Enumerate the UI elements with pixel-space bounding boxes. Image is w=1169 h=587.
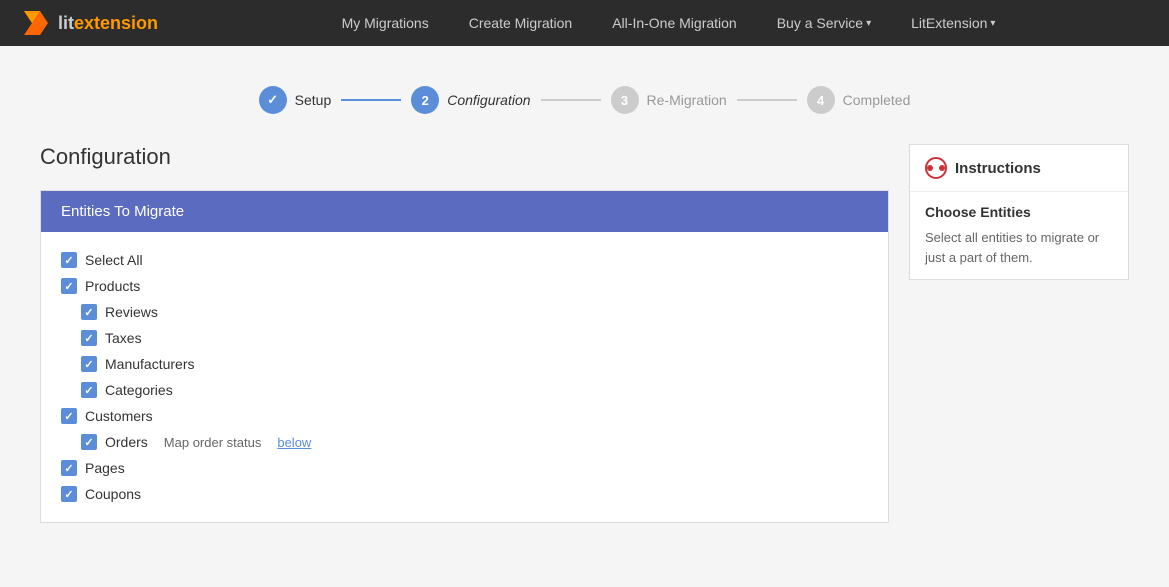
step-circle-configuration: 2 [411,86,439,114]
instructions-body: Choose Entities Select all entities to m… [910,192,1128,279]
checkbox-categories-input[interactable] [81,382,97,398]
checkbox-taxes[interactable]: Taxes [61,325,868,351]
entities-box: Entities To Migrate Select All Products [40,190,889,523]
checkbox-taxes-input[interactable] [81,330,97,346]
map-order-link[interactable]: below [277,435,311,450]
step-completed: 4 Completed [807,86,911,114]
instructions-title: Instructions [955,160,1041,177]
checkbox-products-input[interactable] [61,278,77,294]
connector-3 [737,99,797,101]
connector-2 [541,99,601,101]
step-setup: ✓ Setup [259,86,332,114]
checkbox-pages-input[interactable] [61,460,77,476]
checkbox-manufacturers-label: Manufacturers [105,356,194,372]
checkbox-pages[interactable]: Pages [61,455,868,481]
step-circle-completed: 4 [807,86,835,114]
checkbox-orders-label: Orders [105,434,148,450]
checkbox-reviews-input[interactable] [81,304,97,320]
connector-1 [341,99,401,101]
entities-body: Select All Products Reviews [41,232,888,522]
checkbox-manufacturers-input[interactable] [81,356,97,372]
brand-logo-area[interactable]: litextension [20,7,158,39]
page-title: Configuration [40,144,889,170]
map-order-text: Map order status [164,435,262,450]
checkbox-customers-input[interactable] [61,408,77,424]
navbar: litextension My Migrations Create Migrat… [0,0,1169,46]
brand-name: litextension [58,13,158,34]
nav-item-create-migration[interactable]: Create Migration [449,0,593,46]
content-wrapper: Configuration Entities To Migrate Select… [40,144,1129,523]
right-panel: Instructions Choose Entities Select all … [909,144,1129,280]
instructions-box: Instructions Choose Entities Select all … [909,144,1129,280]
stepper: ✓ Setup 2 Configuration 3 Re-Migration 4… [40,66,1129,144]
checkbox-select-all[interactable]: Select All [61,247,868,273]
step-circle-setup: ✓ [259,86,287,114]
step-label-configuration: Configuration [447,92,530,108]
checkbox-select-all-input[interactable] [61,252,77,268]
checkbox-products[interactable]: Products [61,273,868,299]
checkbox-coupons-input[interactable] [61,486,77,502]
checkbox-reviews[interactable]: Reviews [61,299,868,325]
entities-header: Entities To Migrate [41,191,888,232]
nav-item-litextension[interactable]: LitExtension [891,0,1015,46]
checkbox-manufacturers[interactable]: Manufacturers [61,351,868,377]
checkbox-coupons-label: Coupons [85,486,141,502]
left-panel: Configuration Entities To Migrate Select… [40,144,889,523]
step-label-setup: Setup [295,92,332,108]
checkbox-taxes-label: Taxes [105,330,142,346]
checkbox-customers[interactable]: Customers [61,403,868,429]
checkbox-orders-input[interactable] [81,434,97,450]
checkbox-customers-label: Customers [85,408,153,424]
checkbox-products-label: Products [85,278,140,294]
nav-item-my-migrations[interactable]: My Migrations [322,0,449,46]
step-remigration: 3 Re-Migration [611,86,727,114]
step-circle-remigration: 3 [611,86,639,114]
step-label-completed: Completed [843,92,911,108]
step-label-remigration: Re-Migration [647,92,727,108]
main-content: ✓ Setup 2 Configuration 3 Re-Migration 4… [0,46,1169,587]
checkbox-select-all-label: Select All [85,252,143,268]
checkbox-categories-label: Categories [105,382,173,398]
nav-item-buy-service[interactable]: Buy a Service [757,0,891,46]
brand-logo-icon [20,7,52,39]
checkbox-reviews-label: Reviews [105,304,158,320]
instructions-header: Instructions [910,145,1128,192]
instructions-subtitle: Choose Entities [925,204,1113,220]
nav-item-all-in-one[interactable]: All-In-One Migration [592,0,757,46]
checkbox-coupons[interactable]: Coupons [61,481,868,507]
checkbox-categories[interactable]: Categories [61,377,868,403]
nav-menu: My Migrations Create Migration All-In-On… [188,0,1149,46]
instructions-icon [925,157,947,179]
instructions-text: Select all entities to migrate or just a… [925,228,1113,267]
step-configuration: 2 Configuration [411,86,530,114]
checkbox-orders[interactable]: Orders Map order status below [61,429,868,455]
checkbox-pages-label: Pages [85,460,125,476]
